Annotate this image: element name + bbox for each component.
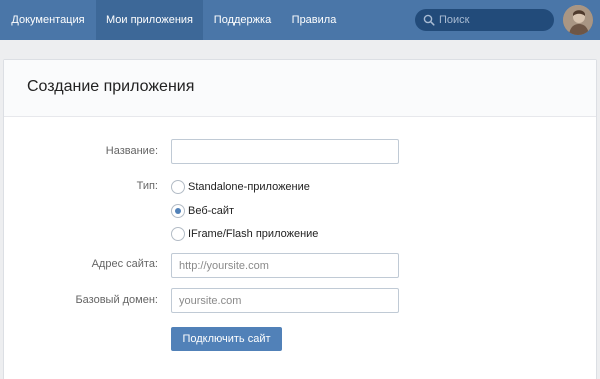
user-avatar[interactable] xyxy=(563,5,593,35)
avatar-icon xyxy=(563,5,593,35)
name-label: Название: xyxy=(105,145,158,157)
search-box xyxy=(415,9,554,31)
nav-item-rules[interactable]: Правила xyxy=(282,0,346,40)
site-address-field[interactable] xyxy=(171,253,399,278)
nav-item-my-apps[interactable]: Мои приложения xyxy=(96,0,203,40)
name-field[interactable] xyxy=(171,139,399,164)
card-header: Создание приложения xyxy=(4,60,596,117)
base-domain-field[interactable] xyxy=(171,288,399,313)
create-app-card: Создание приложения xyxy=(3,59,597,379)
radio-selected-dot xyxy=(175,208,181,214)
radio-label-iframe-flash: IFrame/Flash приложение xyxy=(188,228,319,240)
page-title: Создание приложения xyxy=(27,78,195,95)
radio-label-standalone: Standalone-приложение xyxy=(188,181,310,193)
search-icon xyxy=(423,14,435,26)
site-address-label: Адрес сайта: xyxy=(91,258,158,270)
base-domain-label: Базовый домен: xyxy=(75,294,158,306)
radio-button[interactable] xyxy=(171,227,185,241)
radio-button[interactable] xyxy=(171,180,185,194)
top-navigation-bar: Документация Мои приложения Поддержка Пр… xyxy=(0,0,600,40)
radio-label-website: Веб-сайт xyxy=(188,205,235,217)
search-input[interactable] xyxy=(439,9,549,31)
nav-item-documentation[interactable]: Документация xyxy=(0,0,96,40)
connect-site-button[interactable]: Подключить сайт xyxy=(171,327,282,351)
radio-button-selected[interactable] xyxy=(171,204,185,218)
type-label: Тип: xyxy=(136,180,158,192)
nav-item-support[interactable]: Поддержка xyxy=(203,0,282,40)
